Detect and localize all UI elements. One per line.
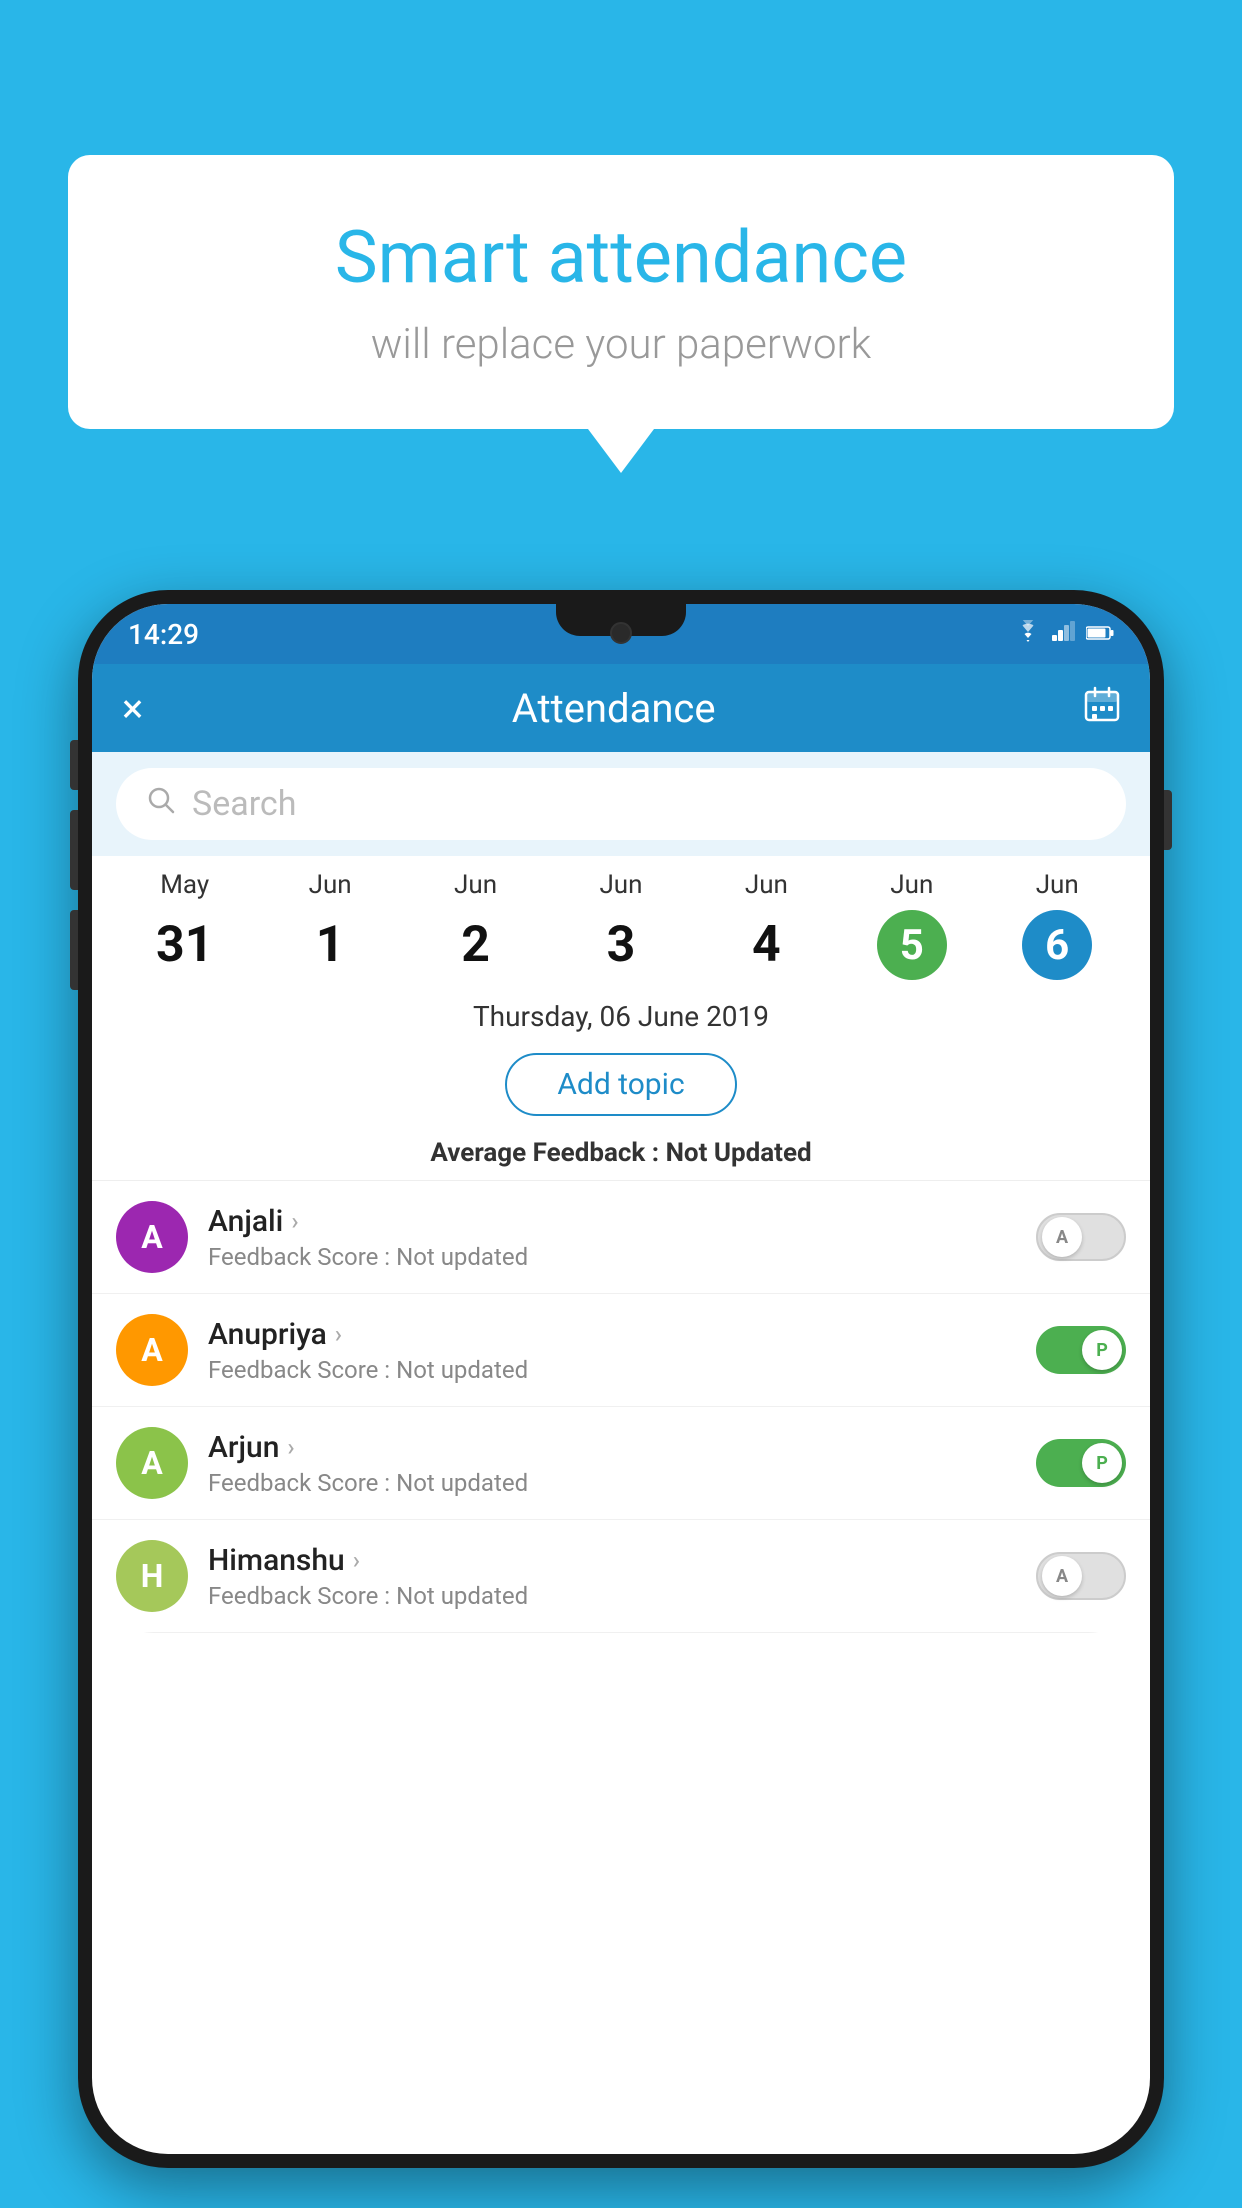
student-item[interactable]: A Arjun › Feedback Score : Not updated P [92,1407,1150,1520]
calendar-day-4[interactable]: Jun 4 [723,870,809,980]
attendance-toggle[interactable]: P [1036,1326,1126,1374]
student-list: AAnjali ›Feedback Score : Not updatedAAA… [92,1181,1150,1633]
status-icons [1014,620,1114,648]
student-name: Himanshu › [208,1543,1016,1578]
page-title: Attendance [143,685,1084,732]
power-button [1164,790,1172,850]
student-name: Arjun › [208,1430,1016,1465]
screen-content: Search May 31 Jun 1 Jun 2 Jun 3 Jun 4 Jun 5 Jun 6 Thu… [92,752,1150,1633]
cal-num: 4 [731,910,801,980]
calendar-day-3[interactable]: Jun 3 [578,870,664,980]
toggle-knob: A [1042,1217,1082,1257]
student-feedback: Feedback Score : Not updated [208,1356,1016,1384]
student-item[interactable]: A Anjali › Feedback Score : Not updated A [92,1181,1150,1294]
toggle-knob: P [1082,1330,1122,1370]
phone-frame: 14:29 [78,590,1164,2168]
attendance-toggle[interactable]: A [1036,1213,1126,1261]
student-feedback: Feedback Score : Not updated [208,1582,1016,1610]
toggle-knob: A [1042,1556,1082,1596]
date-display: Thursday, 06 June 2019 [92,980,1150,1043]
attendance-toggle[interactable]: A [1036,1552,1126,1600]
student-feedback: Feedback Score : Not updated [208,1243,1016,1271]
app-header: × Attendance [92,664,1150,752]
attendance-toggle[interactable]: P [1036,1439,1126,1487]
speech-bubble-container: Smart attendance will replace your paper… [68,155,1174,429]
search-input[interactable]: Search [192,784,296,824]
cal-num: 1 [295,910,365,980]
speech-title: Smart attendance [118,215,1124,300]
speech-bubble: Smart attendance will replace your paper… [68,155,1174,429]
search-icon [146,785,176,823]
cal-month: Jun [309,870,352,900]
cal-month: Jun [454,870,497,900]
battery-icon [1086,622,1114,647]
calendar-icon[interactable] [1084,686,1120,731]
student-info: Anjali › Feedback Score : Not updated [208,1204,1016,1271]
mute-button [70,740,78,790]
cal-num: 3 [586,910,656,980]
calendar-day-31[interactable]: May 31 [142,870,228,980]
calendar-row: May 31 Jun 1 Jun 2 Jun 3 Jun 4 Jun 5 Jun 6 [92,856,1150,980]
feedback-value: Not Updated [666,1138,812,1168]
status-time: 14:29 [128,618,199,651]
average-feedback: Average Feedback : Not Updated [92,1130,1150,1181]
camera [610,622,632,644]
volume-down-button [70,910,78,990]
feedback-label: Average Feedback : [430,1138,665,1168]
avatar: A [116,1201,188,1273]
phone-notch [556,604,686,636]
chevron-right-icon: › [353,1546,360,1574]
calendar-day-5[interactable]: Jun 5 [869,870,955,980]
student-info: Arjun › Feedback Score : Not updated [208,1430,1016,1497]
chevron-right-icon: › [335,1320,342,1348]
student-info: Anupriya › Feedback Score : Not updated [208,1317,1016,1384]
chevron-right-icon: › [291,1207,298,1235]
calendar-day-6[interactable]: Jun 6 [1014,870,1100,980]
add-topic-button[interactable]: Add topic [505,1053,736,1116]
volume-up-button [70,810,78,890]
calendar-day-1[interactable]: Jun 1 [287,870,373,980]
cal-num: 6 [1022,910,1092,980]
calendar-day-2[interactable]: Jun 2 [433,870,519,980]
cal-month: May [160,870,209,900]
student-item[interactable]: H Himanshu › Feedback Score : Not updated A [92,1520,1150,1633]
student-feedback: Feedback Score : Not updated [208,1469,1016,1497]
phone-screen: 14:29 [92,604,1150,2154]
cal-month: Jun [890,870,933,900]
cal-num: 2 [441,910,511,980]
student-name: Anupriya › [208,1317,1016,1352]
cal-num: 31 [150,910,220,980]
student-name: Anjali › [208,1204,1016,1239]
signal-icon [1052,621,1076,647]
cal-month: Jun [599,870,642,900]
search-bar[interactable]: Search [116,768,1126,840]
speech-subtitle: will replace your paperwork [118,320,1124,369]
student-info: Himanshu › Feedback Score : Not updated [208,1543,1016,1610]
close-button[interactable]: × [122,685,143,732]
cal-month: Jun [745,870,788,900]
chevron-right-icon: › [287,1433,294,1461]
avatar: A [116,1427,188,1499]
cal-month: Jun [1036,870,1079,900]
wifi-icon [1014,620,1042,648]
search-bar-container: Search [92,752,1150,856]
avatar: A [116,1314,188,1386]
toggle-knob: P [1082,1443,1122,1483]
add-topic-container: Add topic [92,1043,1150,1130]
cal-num: 5 [877,910,947,980]
avatar: H [116,1540,188,1612]
student-item[interactable]: A Anupriya › Feedback Score : Not updated P [92,1294,1150,1407]
